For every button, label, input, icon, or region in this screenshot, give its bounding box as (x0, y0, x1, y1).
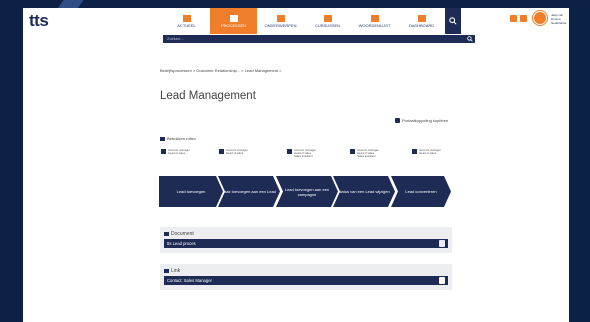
link-section-title: Link (171, 268, 181, 274)
link-icon (395, 118, 400, 123)
role-item: Account manager Head of sales (412, 148, 441, 156)
role-line: Head of sales (168, 151, 186, 156)
search-icon (449, 17, 457, 25)
people-icon (160, 136, 165, 141)
copy-portal-link-label: Portaalkoppeling kopiëren (402, 118, 449, 123)
roles-list: Account manager Head of sales Account man… (161, 148, 461, 163)
nav-label: PROCESSEN (220, 22, 247, 28)
document-section-heading: Document (160, 227, 452, 239)
top-navigation: tts ACTUEEL PROCESSEN ONDERWERPEN CURSUS… (23, 8, 569, 34)
person-icon (219, 149, 224, 154)
process-step[interactable]: Taak toevoegen aan een Lead (218, 176, 280, 207)
process-step[interactable]: status van een Lead wijzigen (333, 176, 395, 207)
document-link-row[interactable]: tts Lead proces (164, 239, 448, 248)
nav-dashboard[interactable]: DASHBOARD (398, 8, 445, 34)
nav-woordenlijst[interactable]: WOORDENLIJST (351, 8, 398, 34)
nav-label: DASHBOARD (408, 22, 435, 28)
notification-icon[interactable] (510, 15, 517, 22)
search-input[interactable]: Zoeken... (167, 36, 184, 41)
contact-link-label: Contact: Sales Manager (167, 278, 212, 283)
contact-link-row[interactable]: Contact: Sales Manager (164, 276, 448, 285)
user-name: Jaap van Doorne (551, 13, 564, 21)
role-line: Sales assistent (294, 154, 313, 159)
copy-portal-link[interactable]: Portaalkoppeling kopiëren (395, 118, 448, 123)
role-item: Account manager Head of sales (219, 148, 248, 156)
nav-label: WOORDENLIJST (358, 22, 391, 28)
role-item: Account manager Head of sales (161, 148, 190, 156)
screenshot-frame: tts ACTUEEL PROCESSEN ONDERWERPEN CURSUS… (0, 0, 590, 322)
nav-processen[interactable]: PROCESSEN (210, 8, 257, 34)
search-toggle-button[interactable] (445, 8, 461, 34)
avatar[interactable] (533, 11, 547, 25)
person-icon (412, 149, 417, 154)
link-section-heading: Link (160, 264, 452, 276)
tts-logo[interactable]: tts (29, 11, 49, 31)
dashboard-icon (417, 14, 426, 22)
role-line: Head of sales (226, 151, 244, 156)
process-icon (229, 14, 238, 22)
role-line: Head of sales (419, 151, 437, 156)
document-section: Document tts Lead proces (160, 227, 452, 253)
person-icon (350, 149, 355, 154)
process-flow: Lead toevoegen Taak toevoegen aan een Le… (159, 176, 451, 207)
roles-heading: Betrokken rollen (160, 136, 196, 141)
page-title: Lead Management (160, 90, 256, 102)
main-menu: ACTUEEL PROCESSEN ONDERWERPEN CURSUSSEN … (163, 8, 461, 34)
user-info[interactable]: Jaap van Doorne Nederlands (551, 13, 569, 25)
graduation-cap-icon (323, 14, 332, 22)
file-icon (439, 277, 445, 284)
document-section-title: Document (171, 231, 194, 237)
user-org: Nederlands (551, 21, 567, 25)
role-line: Sales assistent (357, 154, 376, 159)
document-icon (439, 240, 445, 247)
person-icon (287, 149, 292, 154)
search-icon[interactable] (467, 36, 473, 42)
link-section: Link Contact: Sales Manager (160, 264, 452, 290)
nav-cursussen[interactable]: CURSUSSEN (304, 8, 351, 34)
role-item: Account manager Head of sales Sales assist… (350, 148, 379, 159)
book-icon (370, 14, 379, 22)
role-item: Account manager Head of sales Sales assist… (287, 148, 316, 159)
document-folder-icon (164, 232, 169, 236)
nav-label: CURSUSSEN (314, 22, 341, 28)
roles-heading-label: Betrokken rollen (167, 136, 196, 141)
home-icon (182, 14, 191, 22)
utility-icons (510, 15, 527, 22)
settings-icon[interactable] (520, 15, 527, 22)
nav-label: ACTUEEL (177, 22, 196, 28)
person-icon (161, 149, 166, 154)
app-window: tts ACTUEEL PROCESSEN ONDERWERPEN CURSUS… (23, 8, 569, 322)
process-step[interactable]: Lead toevoegen (159, 176, 223, 207)
link-folder-icon (164, 269, 169, 273)
grid-icon (276, 14, 285, 22)
process-step[interactable]: Lead converteren (391, 176, 451, 207)
process-step[interactable]: Lead toevoegen aan een campagne (276, 176, 338, 207)
nav-onderwerpen[interactable]: ONDERWERPEN (257, 8, 304, 34)
search-bar[interactable]: Zoeken... (163, 35, 475, 43)
breadcrumb[interactable]: Bedrijfsprocessen > Customer Relationshi… (160, 68, 282, 73)
nav-label: ONDERWERPEN (264, 22, 297, 28)
document-link-label: tts Lead proces (167, 241, 196, 246)
nav-actueel[interactable]: ACTUEEL (163, 8, 210, 34)
